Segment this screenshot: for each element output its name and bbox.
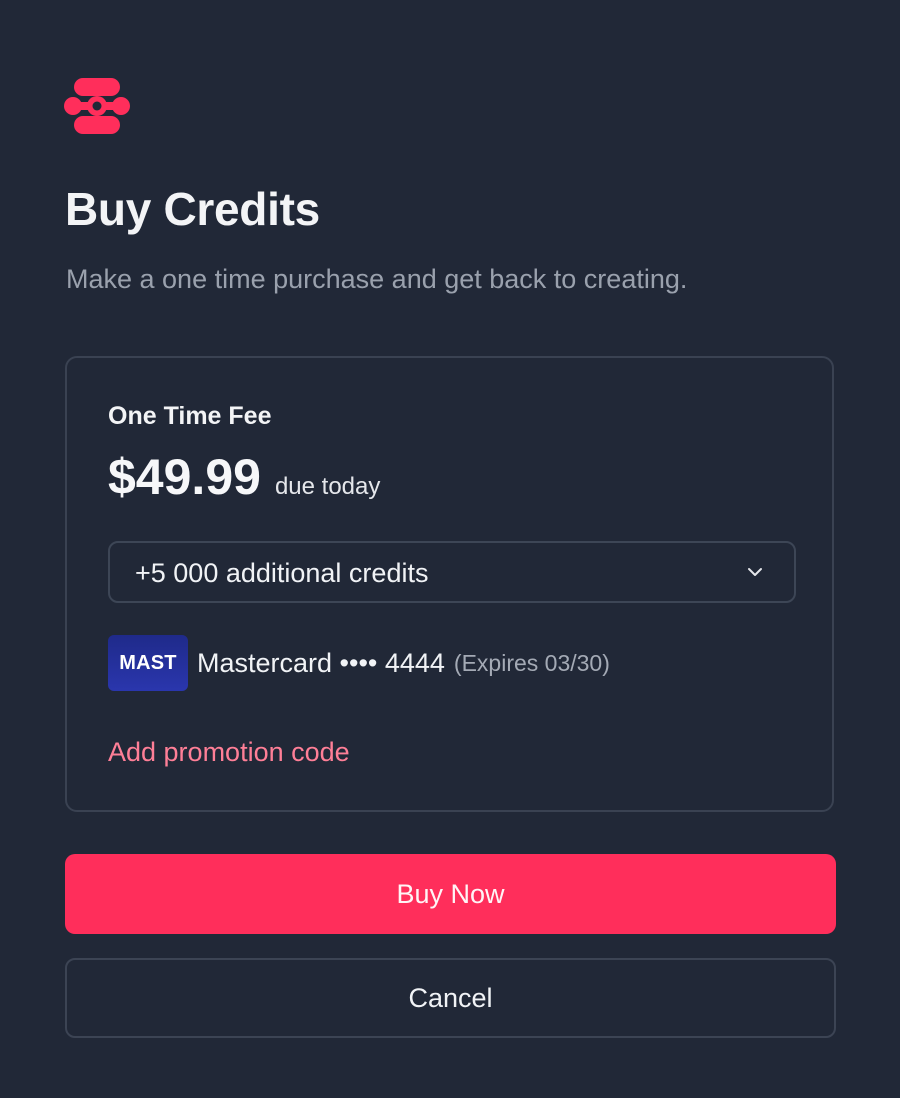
- credits-select-value: +5 000 additional credits: [135, 558, 429, 588]
- card-name: Mastercard •••• 4444: [197, 647, 445, 678]
- card-expiry: (Expires 03/30): [453, 649, 610, 676]
- cancel-button[interactable]: Cancel: [65, 958, 836, 1038]
- fee-label: One Time Fee: [108, 402, 272, 430]
- chevron-down-icon: [748, 568, 762, 576]
- buy-now-button[interactable]: Buy Now: [65, 854, 836, 934]
- price-row: $49.99 due today: [108, 446, 380, 508]
- price-amount: $49.99: [108, 449, 261, 505]
- fee-card: One Time Fee $49.99 due today +5 000 add…: [65, 356, 834, 812]
- add-promotion-code-link[interactable]: Add promotion code: [108, 735, 350, 769]
- page-title: Buy Credits: [65, 183, 320, 235]
- buy-credits-modal: Buy Credits Make a one time purchase and…: [0, 0, 900, 1098]
- mastercard-badge-icon: MAST: [108, 635, 188, 691]
- page-subtitle: Make a one time purchase and get back to…: [66, 264, 688, 294]
- payment-method-row: MAST Mastercard •••• 4444 (Expires 03/30…: [108, 634, 610, 692]
- brand-logo-icon: [64, 78, 130, 134]
- credits-select[interactable]: +5 000 additional credits: [108, 541, 796, 603]
- due-today-label: due today: [274, 473, 381, 500]
